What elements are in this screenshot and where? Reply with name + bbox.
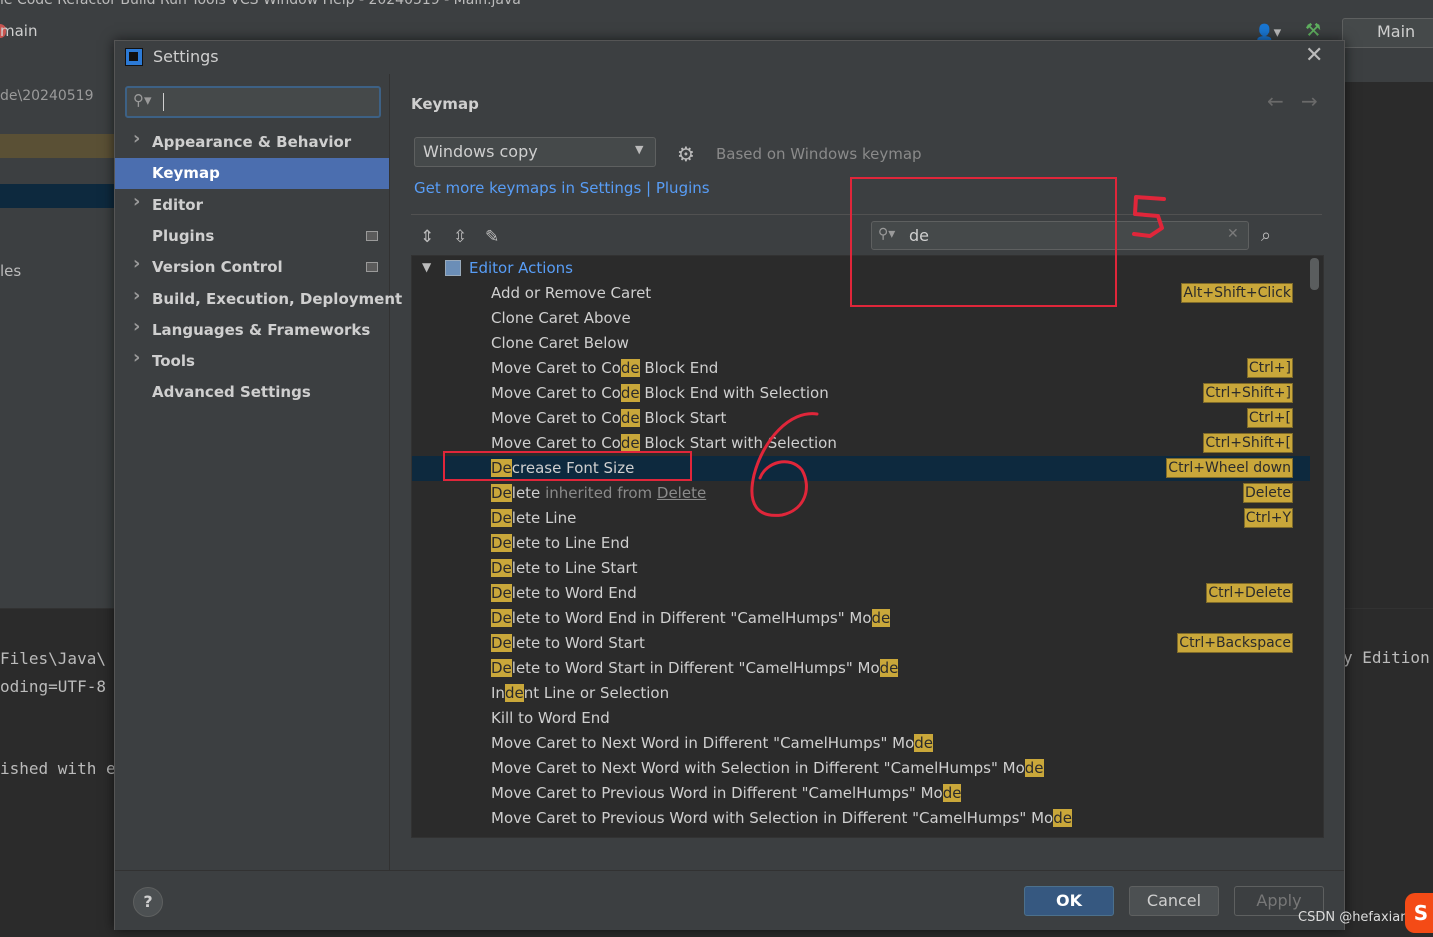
annotation-drawing <box>750 195 1166 517</box>
annotation-stroke-5 <box>1132 195 1166 238</box>
annotation-stroke-6 <box>750 412 819 517</box>
